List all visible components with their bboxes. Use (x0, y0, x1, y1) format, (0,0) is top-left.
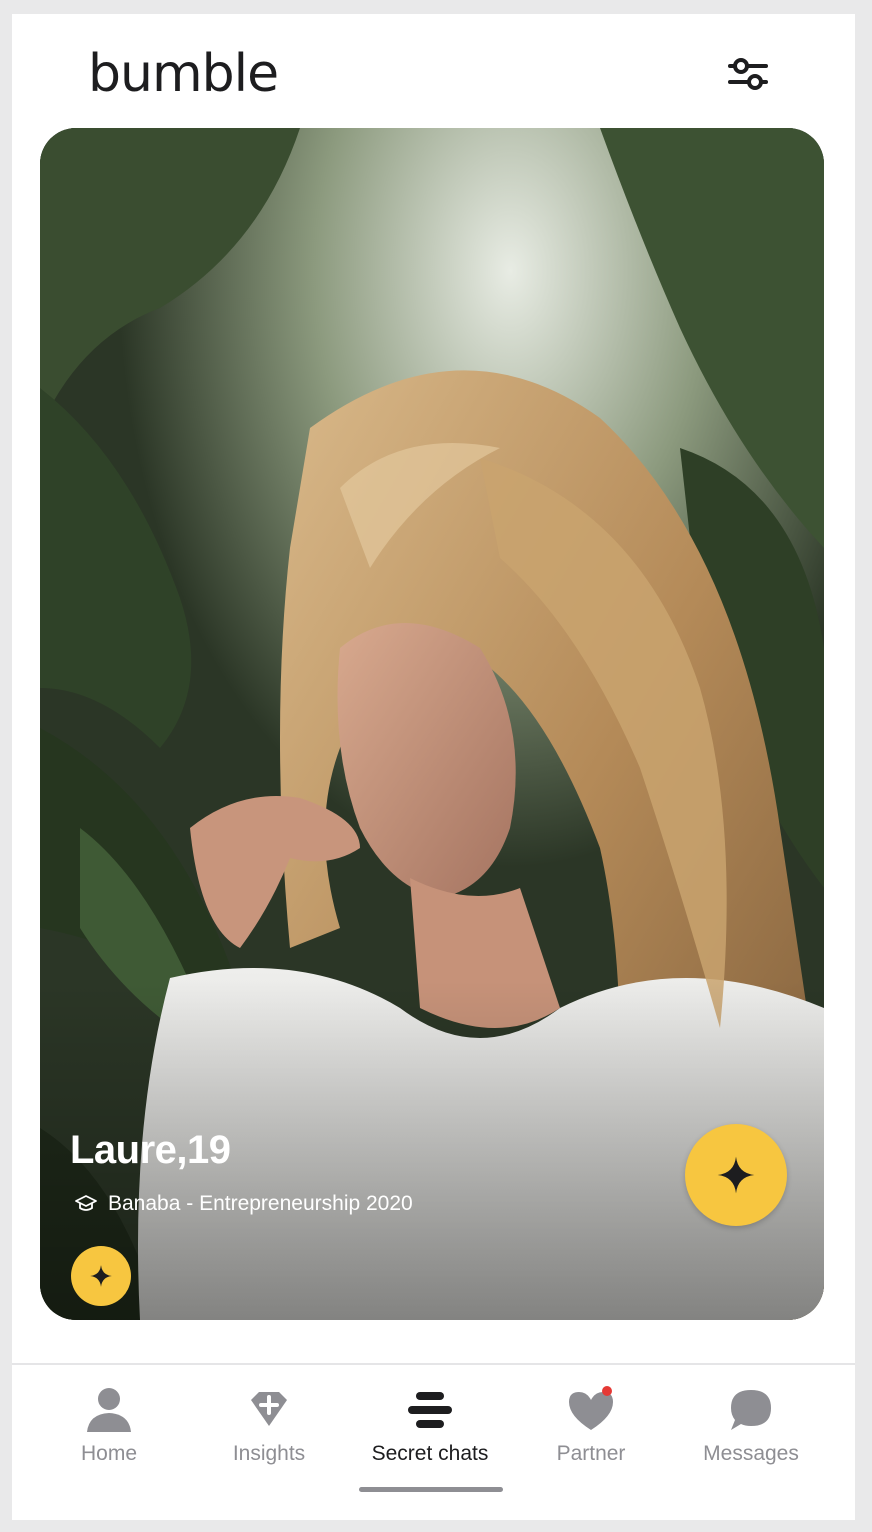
nav-item-secret-chats[interactable]: Secret chats (350, 1366, 510, 1476)
nav-item-messages[interactable]: Messages (671, 1366, 831, 1476)
home-indicator[interactable] (359, 1487, 503, 1492)
profile-education: Banaba - Entrepreneurship 2020 (74, 1192, 413, 1216)
profile-card[interactable]: Laure,19 Banaba - Entrepreneurship 2020 (40, 128, 824, 1320)
person-icon (87, 1388, 131, 1432)
bottom-navigation: Home Insights Secret chats Partner Messa… (12, 1366, 855, 1496)
sliders-icon (728, 58, 768, 90)
nav-label-secret-chats: Secret chats (371, 1442, 489, 1465)
superswipe-small-button[interactable] (71, 1246, 131, 1306)
top-bar: bumble (12, 14, 855, 132)
nav-item-insights[interactable]: Insights (189, 1366, 349, 1476)
diamond-icon (251, 1392, 287, 1426)
sparkle-icon (90, 1265, 112, 1287)
superswipe-button[interactable] (685, 1124, 787, 1226)
nav-label-partner: Partner (556, 1442, 626, 1465)
nav-label-insights: Insights (232, 1442, 306, 1465)
nav-item-home[interactable]: Home (29, 1366, 189, 1476)
nav-divider (12, 1363, 855, 1365)
filter-button[interactable] (724, 50, 772, 98)
bumble-stripes-icon (408, 1392, 452, 1428)
sparkle-icon (717, 1156, 755, 1194)
graduation-cap-icon (75, 1195, 97, 1211)
app-screen: bumble Laure,19 Banaba - Entrepreneurshi… (12, 14, 855, 1520)
nav-item-partner[interactable]: Partner (511, 1366, 671, 1476)
school-text: Banaba - Entrepreneurship 2020 (108, 1192, 413, 1215)
nav-label-home: Home (80, 1442, 138, 1465)
profile-name-age: Laure,19 (70, 1128, 231, 1172)
heart-icon (569, 1386, 613, 1430)
app-logo: bumble (88, 44, 279, 104)
chat-bubble-icon (731, 1390, 771, 1430)
nav-label-messages: Messages (703, 1442, 799, 1465)
notification-dot (602, 1386, 612, 1396)
